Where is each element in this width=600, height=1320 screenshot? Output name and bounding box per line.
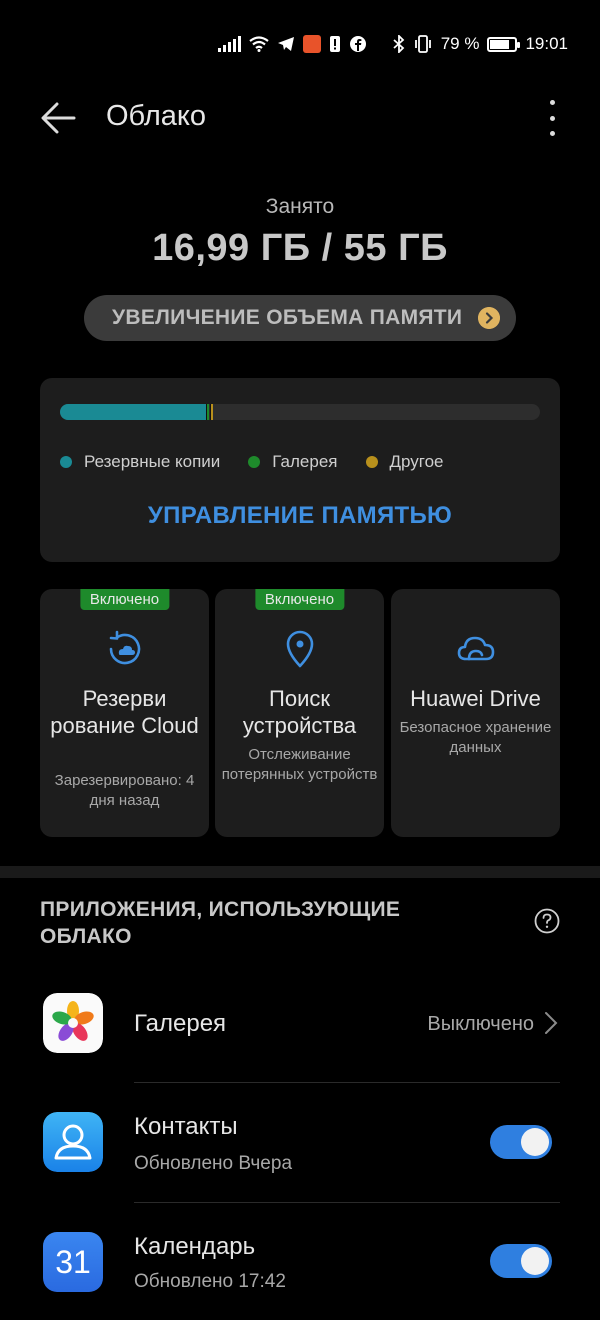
status-icons: 79 % 19:01	[217, 34, 568, 54]
bluetooth-icon	[393, 35, 405, 53]
battery-icon	[487, 36, 521, 52]
app-name: Контакты	[134, 1113, 238, 1140]
cloud-backup-icon	[109, 630, 140, 665]
wifi-icon	[249, 36, 269, 52]
app-name: Календарь	[134, 1233, 256, 1260]
upgrade-storage-label: УВЕЛИЧЕНИЕ ОБЪЕМА ПАМЯТИ	[112, 306, 463, 329]
status-badge: Включено	[254, 589, 345, 610]
usage-segment-gallery	[206, 404, 210, 420]
telegram-icon	[277, 37, 294, 51]
calendar-icon: 31	[43, 1232, 103, 1292]
app-status: Выключено	[427, 1013, 534, 1035]
more-options-button[interactable]	[540, 98, 564, 138]
app-row-calendar[interactable]: 31 Календарь Обновлено 17:42	[0, 1203, 600, 1320]
legend-item-other: Другое	[365, 452, 444, 472]
used-storage-value: 16,99 ГБ / 55 ГБ	[152, 227, 448, 269]
tile-subtitle: Зарезервировано: 4 дня назад	[54, 772, 195, 809]
cloud-icon	[457, 636, 494, 661]
storage-legend: Резервные копии Галерея Другое	[60, 452, 444, 472]
sync-toggle-contacts[interactable]	[490, 1125, 552, 1159]
sync-toggle-calendar[interactable]	[490, 1244, 552, 1278]
storage-card: Резервные копии Галерея Другое УПРАВЛЕНИ…	[40, 378, 560, 562]
more-vert-icon	[549, 100, 555, 105]
battery-percent: 79 %	[440, 34, 480, 53]
section-divider	[0, 866, 600, 878]
usage-segment-backups	[60, 404, 207, 420]
chevron-right-icon	[478, 307, 500, 329]
clock: 19:01	[525, 34, 568, 53]
page-title: Облако	[106, 100, 207, 132]
back-button[interactable]	[38, 96, 82, 140]
legend-label: Другое	[389, 452, 444, 471]
signal-icon	[217, 36, 241, 52]
tile-huawei-drive[interactable]: Huawei Drive Безопасное хранение данных	[391, 589, 560, 837]
tile-subtitle: Отслеживание потерянных устройств	[221, 746, 378, 783]
tile-title: Резерви рование Cloud	[50, 686, 199, 738]
facebook-icon	[349, 36, 366, 52]
aliexpress-icon	[302, 35, 321, 53]
usage-segment-other	[210, 404, 214, 420]
legend-dot	[365, 456, 378, 468]
legend-item-backups: Резервные копии	[60, 452, 220, 472]
tile-title: Huawei Drive	[410, 686, 541, 711]
app-subtitle: Обновлено Вчера	[134, 1153, 293, 1174]
tile-find-device[interactable]: Включено Поиск устройства Отслеживание п…	[215, 589, 384, 837]
section-title: ПРИЛОЖЕНИЯ, ИСПОЛЬЗУЮЩИЕ ОБЛАКО	[40, 898, 401, 948]
tile-subtitle: Безопасное хранение данных	[399, 719, 552, 756]
help-circle-icon[interactable]	[534, 908, 560, 934]
vibrate-icon	[414, 35, 431, 53]
arrow-left-icon	[41, 102, 76, 134]
upgrade-storage-button[interactable]: УВЕЛИЧЕНИЕ ОБЪЕМА ПАМЯТИ	[84, 295, 516, 341]
alert-icon	[329, 36, 340, 52]
legend-label: Галерея	[272, 452, 338, 471]
legend-dot	[60, 456, 72, 468]
app-row-gallery[interactable]: Галерея Выключено	[0, 963, 600, 1083]
app-name: Галерея	[134, 1010, 227, 1037]
calendar-icon-day: 31	[55, 1243, 91, 1280]
legend-dot	[248, 456, 261, 468]
toggle-knob	[521, 1247, 549, 1275]
gallery-icon	[43, 993, 103, 1053]
app-row-contacts[interactable]: Контакты Обновлено Вчера	[0, 1083, 600, 1203]
used-storage-label: Занято	[265, 195, 335, 218]
storage-usage-bar	[60, 404, 540, 420]
tile-title: Поиск устройства	[242, 686, 357, 738]
status-bar: 79 % 19:01	[0, 0, 600, 90]
app-subtitle: Обновлено 17:42	[134, 1271, 286, 1292]
toggle-knob	[521, 1128, 549, 1156]
chevron-right-icon	[545, 1012, 558, 1034]
manage-storage-link[interactable]: УПРАВЛЕНИЕ ПАМЯТЬЮ	[40, 502, 560, 530]
status-badge: Включено	[79, 589, 170, 610]
location-pin-icon	[286, 630, 313, 668]
tile-cloud-backup[interactable]: Включено Резерви рование Cloud Зарезерви…	[40, 589, 209, 837]
legend-label: Резервные копии	[84, 452, 221, 471]
contacts-icon	[43, 1112, 103, 1172]
legend-item-gallery: Галерея	[248, 452, 338, 472]
